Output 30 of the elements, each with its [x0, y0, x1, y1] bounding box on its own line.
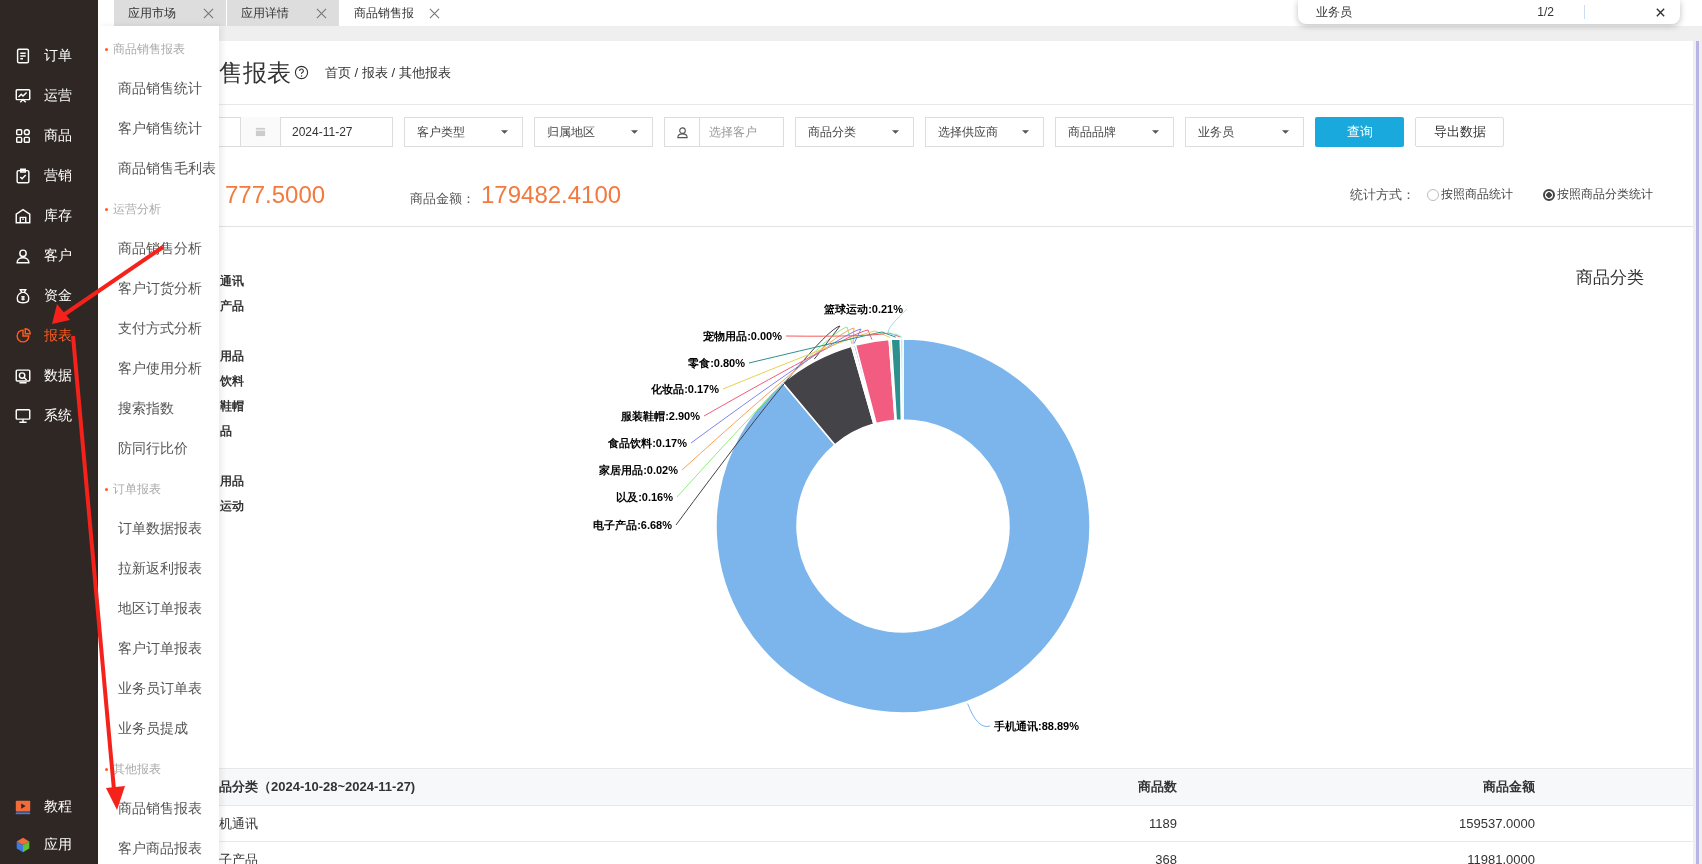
match-count: 1/2 [1537, 5, 1585, 19]
column-header: 品分类（2024-10-28~2024-11-27) [219, 778, 417, 796]
column-header: 商品金额 [1482, 778, 1535, 796]
data-label: 食品饮料:0.17% [608, 437, 687, 449]
menu-group-title: 商品销售报表 [113, 40, 185, 58]
column-header: 商品数 [1137, 778, 1177, 796]
table-cell-text: 机通讯 [219, 814, 259, 833]
chart-title: 商品分类 [1576, 268, 1644, 287]
find-text: 业务员 [1316, 3, 1353, 21]
table-cell-text: 368 [1154, 852, 1177, 864]
stat-value: 179482.4100 [481, 180, 622, 209]
menu-group-title: 运营分析 [113, 200, 161, 218]
mode-label: 统计方式： [1350, 185, 1415, 204]
data-label: 电子产品:6.68% [593, 519, 672, 531]
page-title: 售报表 [219, 57, 291, 88]
stat-value: 777.5000 [225, 180, 326, 209]
data-label: 家居用品:0.02% [599, 464, 678, 476]
table-cell-text: 159537.0000 [1458, 816, 1535, 831]
data-label: 篮球运动:0.21% [824, 303, 903, 315]
table-cell-text: 1189 [1148, 816, 1177, 831]
data-label: 服装鞋帽:2.90% [621, 410, 700, 422]
table-cell-text: 11981.0000 [1466, 852, 1535, 864]
data-label: 以及:0.16% [616, 491, 673, 503]
data-label: 手机通讯:88.89% [994, 720, 1079, 732]
breadcrumb: 首页 / 报表 / 其他报表 [325, 63, 451, 82]
data-label: 零食:0.80% [688, 357, 745, 369]
menu-group-title: 订单报表 [113, 480, 161, 498]
stat-label: 商品金额： [410, 189, 475, 208]
data-label: 宠物用品:0.00% [703, 330, 782, 342]
data-label: 化妆品:0.17% [651, 383, 719, 395]
